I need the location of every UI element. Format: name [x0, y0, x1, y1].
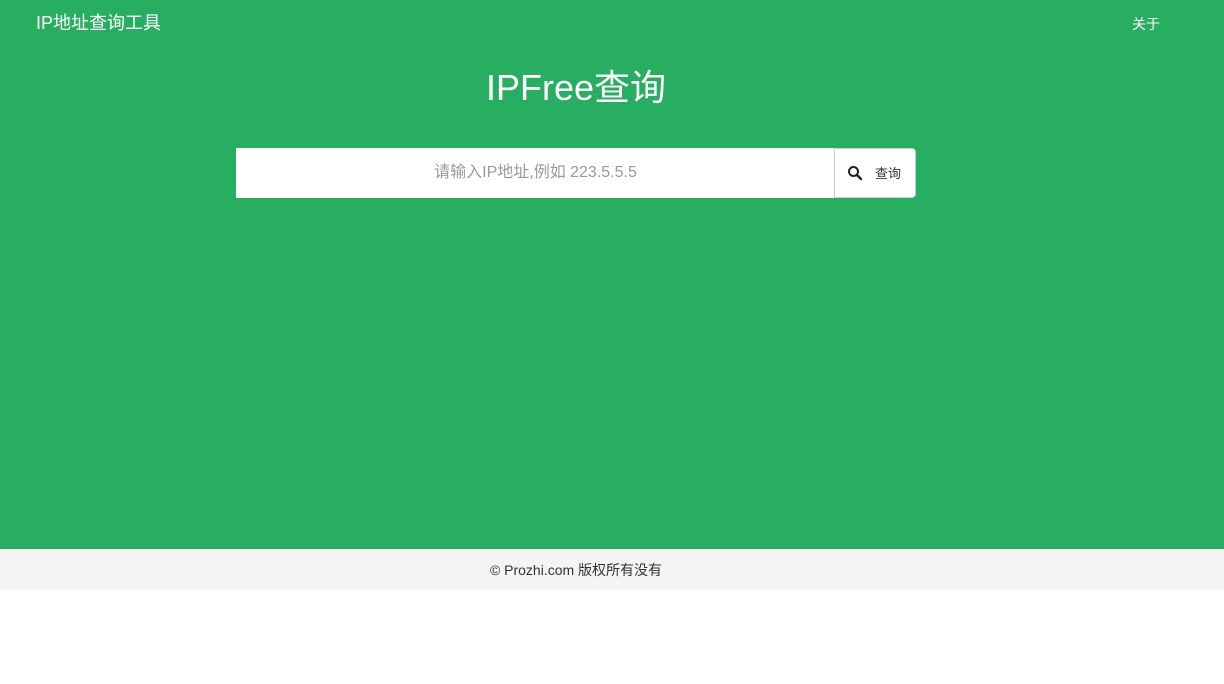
copyright-text: © Prozhi.com 版权所有没有 — [489, 562, 663, 578]
footer: © Prozhi.com 版权所有没有 — [0, 549, 1224, 590]
ip-search-input[interactable] — [236, 148, 835, 198]
search-icon — [848, 166, 863, 181]
hero-section: IP地址查询工具 关于 IPFree查询 查询 — [0, 0, 1224, 549]
search-button-label: 查询 — [875, 166, 902, 181]
brand-link[interactable]: IP地址查询工具 — [36, 12, 161, 34]
page-title: IPFree查询 — [485, 67, 667, 108]
nav-link-about[interactable]: 关于 — [1132, 15, 1160, 33]
search-button[interactable]: 查询 — [834, 148, 916, 198]
